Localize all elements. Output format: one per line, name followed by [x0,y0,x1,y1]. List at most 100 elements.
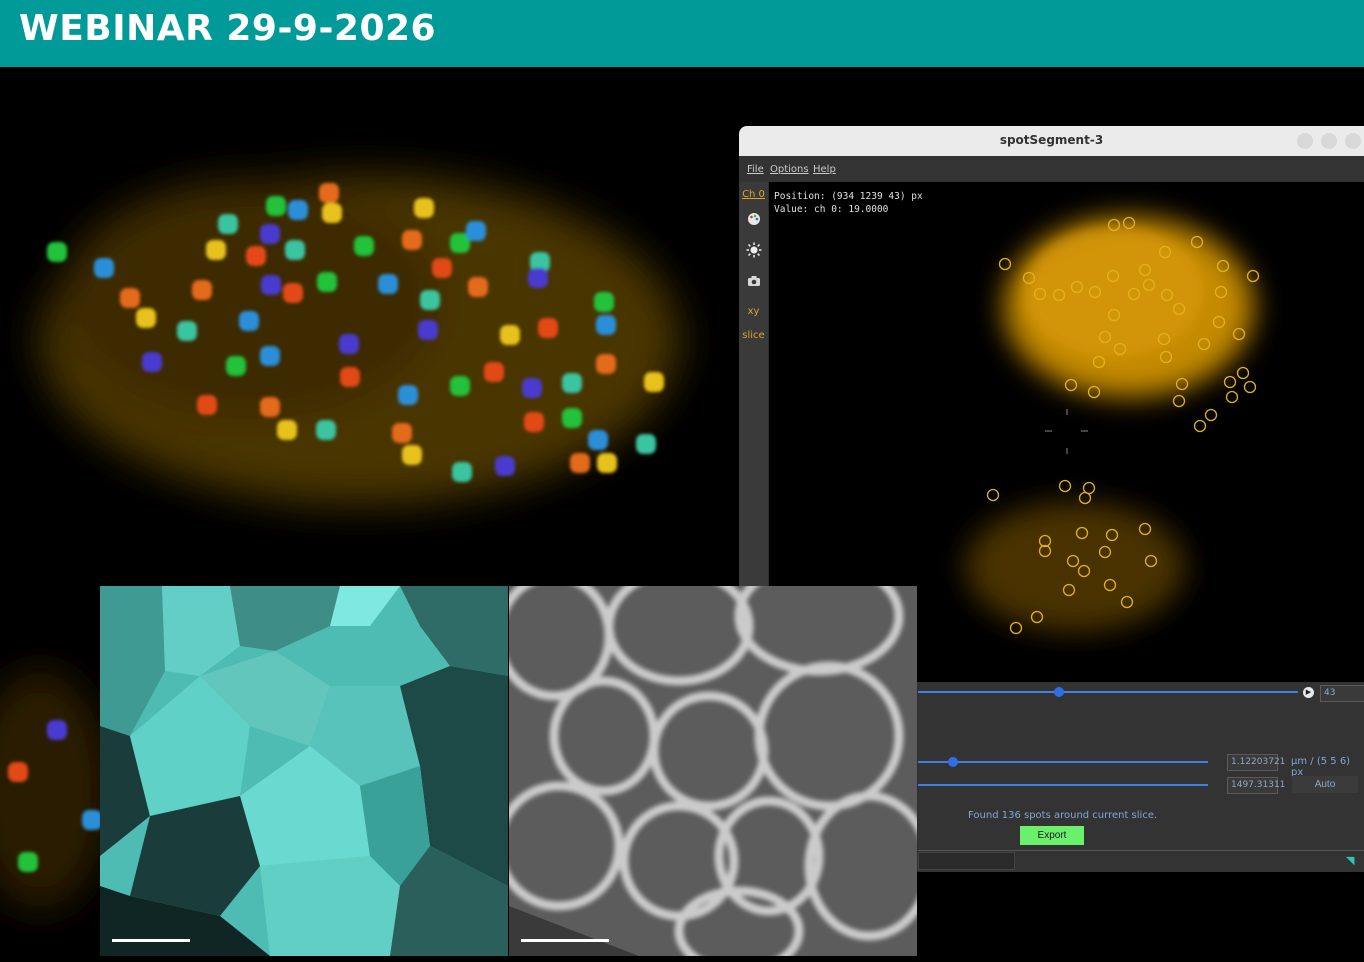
position-readout: Position: (934 1239 43) px [774,191,923,202]
unit-label: µm / (5 5 6) px [1291,756,1351,778]
fluorescent-spot [283,283,303,303]
fluorescent-spot [596,354,616,374]
fluorescent-spot [562,408,582,428]
fluorescent-spot [392,423,412,443]
detected-spot-marker [1236,366,1250,380]
spot-size-slider-handle[interactable] [947,757,958,767]
fluorescent-spot [414,198,434,218]
slice-slider-handle[interactable] [1053,687,1064,697]
webinar-banner: WEBINAR 29-9-2026 [0,0,1364,67]
fluorescent-spot [524,412,544,432]
fluorescent-spot [402,445,422,465]
wifi-icon: ◥ [1346,854,1355,867]
fluorescent-spot [246,246,266,266]
fluorescent-spot [322,203,342,223]
fluorescent-spot [239,311,259,331]
menu-options[interactable]: Options [770,164,809,175]
fluorescent-spot [261,275,281,295]
spot-size-field[interactable]: 1.12203721 [1227,754,1285,771]
detected-spot-marker [986,488,1000,502]
fluorescent-spot [450,376,470,396]
fluorescent-spot [260,224,280,244]
fluorescent-spot [522,378,542,398]
segmentation-label-image [100,586,508,956]
fluorescent-spot [285,240,305,260]
fluorescent-spot [206,240,226,260]
brightness-icon[interactable] [739,242,768,261]
spot-size-slider[interactable] [918,761,1208,763]
slice-number-field[interactable]: 43 [1320,685,1364,702]
export-button[interactable]: Export [1020,826,1084,845]
fluorescent-spot [192,280,212,300]
channel-tab[interactable]: Ch 0 [739,189,768,200]
status-field [918,852,1015,870]
status-divider [918,850,1364,851]
detected-spot-marker [1058,479,1072,493]
window-titlebar[interactable]: spotSegment-3 [739,126,1364,156]
fluorescent-spot [354,236,374,256]
fluorescent-spot [277,420,297,440]
fluorescent-spot [562,373,582,393]
fluorescent-spot [398,385,418,405]
status-message: Found 136 spots around current slice. [968,810,1158,821]
fluorescent-spot [226,356,246,376]
fluorescent-spot [317,272,337,292]
fluorescent-spot [636,434,656,454]
menu-help[interactable]: Help [813,164,836,175]
grayscale-scale-bar [521,939,609,942]
fluorescent-spot [468,277,488,297]
fluorescent-spot [538,318,558,338]
fluorescent-spot [82,810,102,830]
fluorescent-spot [94,258,114,278]
palette-icon[interactable] [739,212,768,229]
detected-spot-marker [1204,408,1218,422]
play-icon[interactable]: ▶ [1303,687,1314,698]
camera-icon[interactable] [739,275,768,290]
fluorescent-spot [316,420,336,440]
membrane-grayscale-image [494,556,934,962]
fluorescent-spot [266,196,286,216]
detected-spot-marker [1246,269,1260,283]
fluorescent-spot [570,453,590,473]
detected-spot-marker [1009,621,1023,635]
fluorescent-spot [402,230,422,250]
fluorescent-spot [260,346,280,366]
fluorescent-spot [500,325,520,345]
fluorescent-spot [466,221,486,241]
threshold-field[interactable]: 1497.31311 [1227,777,1285,794]
detected-spot-marker [998,257,1012,271]
slice-slider[interactable] [918,691,1298,693]
fluorescent-spot [432,258,452,278]
fluorescent-spot [339,334,359,354]
fluorescent-spot [418,320,438,340]
close-button[interactable] [1345,133,1361,149]
menu-file[interactable]: File [747,164,764,175]
fluorescent-spot [120,288,140,308]
fluorescent-spot [596,315,616,335]
side-toolbar: Ch 0 xy slice [739,182,768,602]
slice-view-button[interactable]: slice [739,330,768,341]
fluorescent-spot [288,200,308,220]
maximize-button[interactable] [1321,133,1337,149]
detected-spot-marker [1078,491,1092,505]
window-title: spotSegment-3 [999,133,1104,147]
fluorescent-spot [8,762,28,782]
fluorescent-spot [378,274,398,294]
fluorescent-spot [18,852,38,872]
segmentation-scale-bar [112,939,190,942]
fluorescent-spot [47,242,67,262]
minimize-button[interactable] [1297,133,1313,149]
detected-spot-marker [1243,380,1257,394]
fluorescent-spot [528,268,548,288]
fluorescent-spot [197,395,217,415]
fluorescent-spot [47,720,67,740]
auto-button[interactable]: Auto [1292,776,1358,793]
fluorescent-spot [142,352,162,372]
fluorescent-spot [484,362,504,382]
detected-spot-marker [1225,390,1239,404]
menu-bar: File Options Help [739,156,1364,182]
fluorescent-spot [218,214,238,234]
fluorescent-spot [452,462,472,482]
threshold-slider[interactable] [918,784,1208,786]
xy-view-button[interactable]: xy [739,306,768,317]
